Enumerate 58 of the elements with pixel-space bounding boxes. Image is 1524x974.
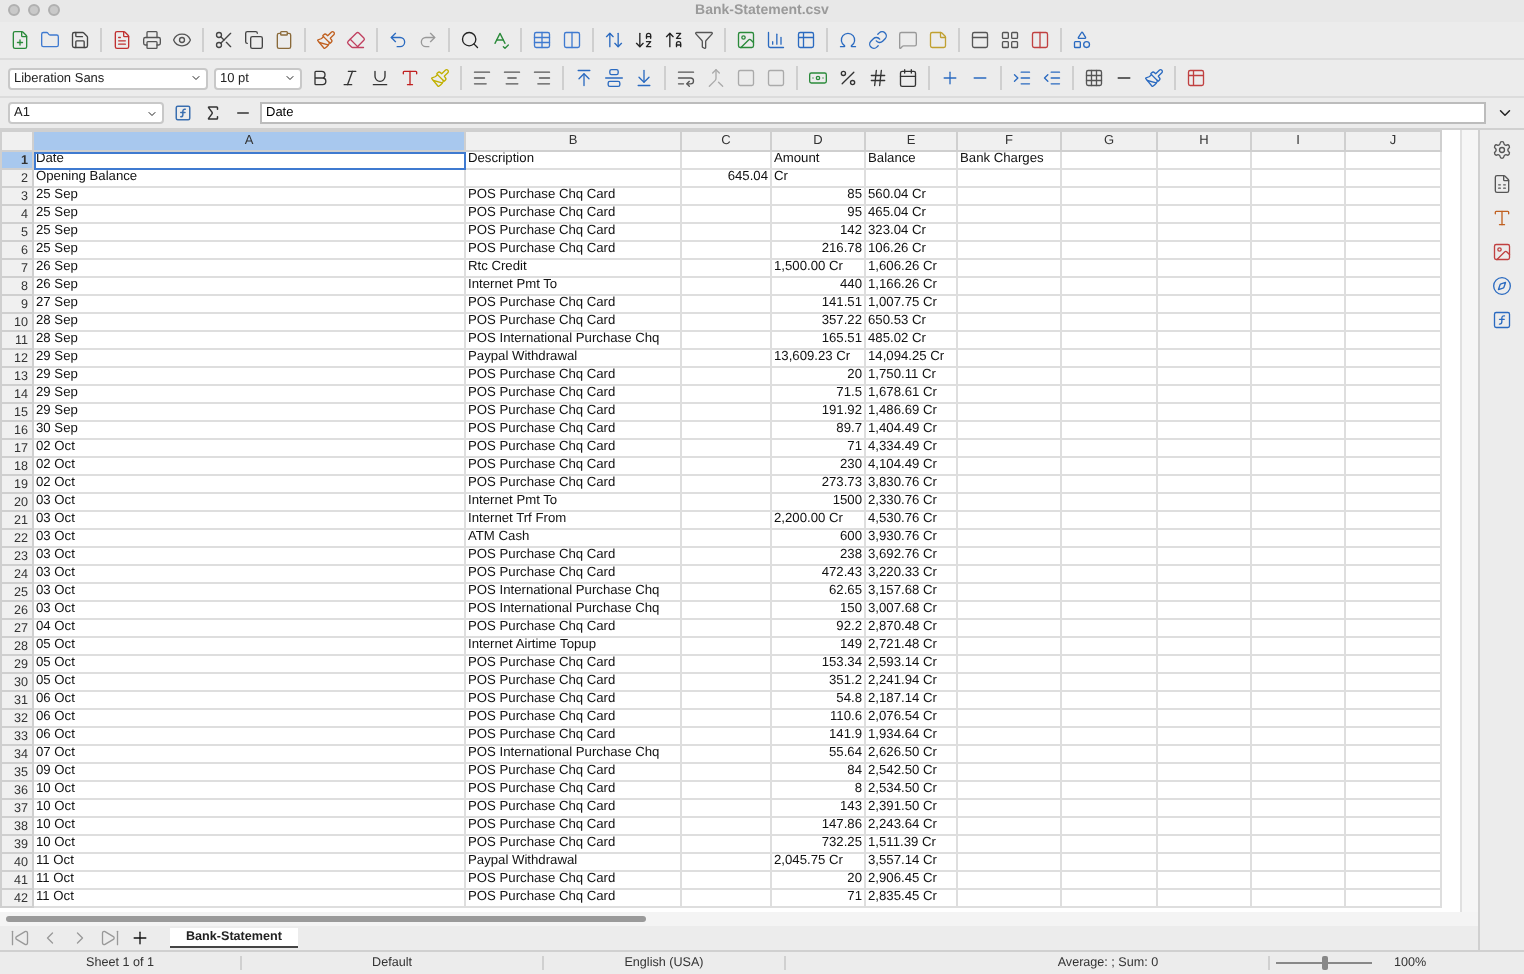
printer-icon[interactable] xyxy=(140,28,164,52)
image-icon[interactable] xyxy=(734,28,758,52)
redo-icon[interactable] xyxy=(416,28,440,52)
omega-icon[interactable] xyxy=(836,28,860,52)
chart-icon[interactable] xyxy=(764,28,788,52)
hyperlink-icon[interactable] xyxy=(866,28,890,52)
bold-icon[interactable] xyxy=(308,66,332,90)
borders-icon[interactable] xyxy=(1082,66,1106,90)
date-icon[interactable] xyxy=(896,66,920,90)
shapes-icon[interactable] xyxy=(1070,28,1094,52)
align-bottom-icon[interactable] xyxy=(632,66,656,90)
underline-icon[interactable] xyxy=(368,66,392,90)
eraser-icon[interactable] xyxy=(344,28,368,52)
align-center-icon[interactable] xyxy=(500,66,524,90)
paintbrush-icon[interactable] xyxy=(314,28,338,52)
copy-icon[interactable] xyxy=(242,28,266,52)
add-sheet-icon[interactable] xyxy=(128,926,152,950)
split-window-icon[interactable] xyxy=(1028,28,1052,52)
filter-icon[interactable] xyxy=(692,28,716,52)
align-top-icon[interactable] xyxy=(572,66,596,90)
columns-icon[interactable] xyxy=(560,28,584,52)
percent-icon[interactable] xyxy=(836,66,860,90)
wrap-text-icon[interactable] xyxy=(674,66,698,90)
sort-descending-icon[interactable] xyxy=(662,28,686,52)
preview-icon[interactable] xyxy=(170,28,194,52)
properties-icon[interactable] xyxy=(1490,138,1514,162)
font-color-icon[interactable] xyxy=(398,66,422,90)
align-left-icon[interactable] xyxy=(470,66,494,90)
comment-icon[interactable] xyxy=(896,28,920,52)
vertical-scrollbar[interactable] xyxy=(1460,130,1478,912)
caret-icon[interactable] xyxy=(190,72,202,84)
first-sheet-icon[interactable] xyxy=(8,926,32,950)
scissors-icon[interactable] xyxy=(212,28,236,52)
indent-increase-icon[interactable] xyxy=(1010,66,1034,90)
sort-ascending-icon[interactable] xyxy=(632,28,656,52)
align-middle-icon[interactable] xyxy=(602,66,626,90)
caret-icon[interactable] xyxy=(284,72,296,84)
undo-icon[interactable] xyxy=(386,28,410,52)
new-document-icon[interactable] xyxy=(8,28,32,52)
function-wizard-icon[interactable] xyxy=(170,101,194,125)
number-format-icon[interactable] xyxy=(866,66,890,90)
align-right-icon[interactable] xyxy=(530,66,554,90)
gallery-icon[interactable] xyxy=(1490,240,1514,264)
save-icon[interactable] xyxy=(68,28,92,52)
indent-decrease-icon[interactable] xyxy=(1040,66,1064,90)
functions-icon[interactable] xyxy=(1490,308,1514,332)
folder-icon[interactable] xyxy=(38,28,62,52)
spellcheck-icon[interactable] xyxy=(488,28,512,52)
caret-icon[interactable] xyxy=(146,107,158,119)
export-pdf-icon[interactable] xyxy=(110,28,134,52)
sort-icon[interactable] xyxy=(602,28,626,52)
page-icon[interactable] xyxy=(1490,172,1514,196)
navigator-icon[interactable] xyxy=(1490,274,1514,298)
italic-icon[interactable] xyxy=(338,66,362,90)
clipboard-icon[interactable] xyxy=(272,28,296,52)
horizontal-scrollbar[interactable] xyxy=(0,912,1478,926)
currency-icon[interactable] xyxy=(806,66,830,90)
header-footer-icon[interactable] xyxy=(968,28,992,52)
